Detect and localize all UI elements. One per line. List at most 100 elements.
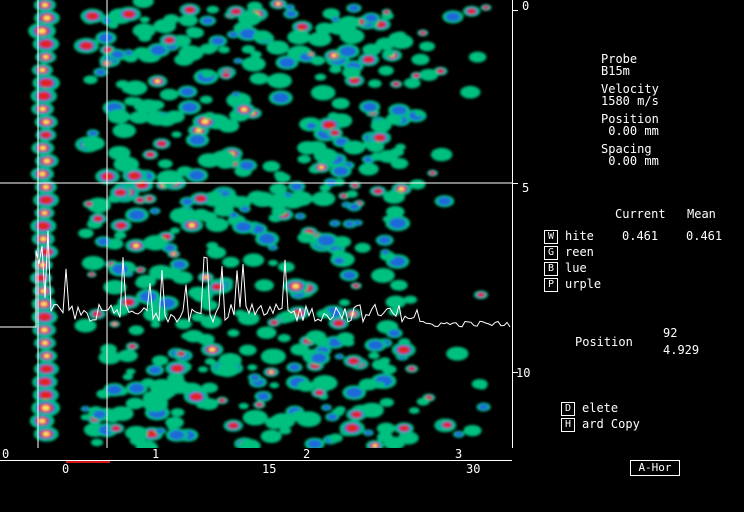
speckle: [156, 113, 177, 127]
current-column-header: Current: [615, 207, 666, 221]
hard-copy-key[interactable]: H: [561, 418, 575, 432]
speckle: [297, 380, 315, 392]
blue-channel-key[interactable]: B: [544, 262, 558, 276]
speckle: [191, 31, 201, 38]
speckle: [240, 206, 249, 212]
speckle: [388, 32, 408, 45]
speckle: [328, 21, 350, 36]
speckle: [201, 17, 214, 25]
speckle: [348, 4, 360, 12]
speckle: [157, 159, 173, 169]
speckle: [411, 53, 430, 66]
lateral-label-top-1: 1: [152, 447, 160, 461]
purple-channel-label[interactable]: urple: [565, 278, 601, 291]
speckle: [342, 66, 361, 79]
speckle: [157, 140, 167, 147]
speckle: [381, 249, 389, 255]
speckle: [38, 418, 46, 424]
speckle: [222, 72, 230, 78]
speckle: [374, 134, 386, 142]
speckle: [454, 431, 463, 437]
speckle: [333, 166, 349, 176]
speckle: [125, 397, 145, 410]
speckle: [242, 409, 268, 426]
a-hor-mode-button[interactable]: A-Hor: [630, 460, 680, 476]
speckle: [240, 161, 255, 170]
hard-copy-button[interactable]: ard Copy: [582, 418, 640, 431]
speckle: [41, 405, 50, 411]
white-channel-label[interactable]: hite: [565, 230, 594, 243]
speckle: [35, 274, 47, 282]
speckle: [111, 50, 124, 59]
lateral-scale: 0 1 2 3 0 15 30: [0, 448, 512, 512]
speckle: [354, 242, 371, 253]
speckle: [296, 213, 305, 219]
delete-button[interactable]: elete: [582, 402, 618, 415]
speckle: [331, 97, 350, 110]
speckle: [36, 221, 50, 231]
white-current-value: 0.461: [622, 229, 659, 243]
speckle: [42, 184, 50, 190]
speckle: [297, 23, 308, 31]
speckle: [82, 406, 89, 411]
speckle: [169, 430, 185, 440]
speckle: [232, 92, 240, 97]
green-channel-label[interactable]: reen: [565, 246, 594, 259]
speckle: [292, 283, 300, 289]
speckle: [238, 402, 249, 410]
speckle: [388, 329, 401, 337]
speckle: [39, 195, 53, 205]
white-channel-key[interactable]: W: [544, 230, 558, 244]
speckle: [201, 70, 214, 78]
ultrasound-scan-image[interactable]: [0, 0, 512, 448]
speckle: [41, 2, 49, 8]
speckle: [383, 190, 405, 204]
speckle: [446, 346, 469, 361]
lateral-label-bottom-0: 0: [62, 462, 70, 476]
speckle: [331, 220, 339, 226]
speckle: [364, 430, 373, 436]
speckle: [277, 334, 291, 343]
speckle: [367, 340, 384, 350]
speckle: [125, 368, 136, 375]
speckle: [310, 85, 336, 101]
speckle: [132, 243, 140, 248]
speckle: [253, 30, 272, 42]
depth-label-5: 5: [522, 181, 530, 195]
speckle: [348, 357, 359, 365]
speckle: [189, 170, 205, 181]
speckle: [290, 343, 310, 356]
speckle: [366, 141, 385, 153]
speckle: [393, 82, 400, 87]
blue-channel-label[interactable]: lue: [565, 262, 587, 275]
speckle: [177, 351, 185, 356]
speckle: [235, 221, 252, 232]
speckle: [174, 53, 195, 66]
speckle: [228, 31, 238, 38]
speckle: [390, 157, 409, 170]
speckle: [408, 407, 420, 414]
speckle: [413, 73, 420, 78]
speckle: [95, 69, 106, 76]
mean-column-header: Mean: [687, 207, 716, 221]
speckle: [378, 65, 394, 76]
speckle: [322, 121, 336, 129]
speckle: [483, 5, 489, 10]
speckle: [362, 102, 377, 112]
speckle: [150, 321, 161, 328]
speckle: [209, 347, 216, 352]
delete-key[interactable]: D: [561, 402, 575, 416]
green-channel-key[interactable]: G: [544, 246, 558, 260]
speckle: [370, 152, 384, 161]
speckle: [164, 37, 175, 44]
speckle: [241, 56, 266, 72]
speckle: [37, 91, 51, 101]
speckle: [275, 2, 281, 6]
speckle: [221, 194, 243, 208]
speckle: [90, 438, 104, 447]
purple-channel-key[interactable]: P: [544, 278, 558, 292]
speckle: [151, 355, 169, 366]
depth-tick: [512, 10, 518, 11]
speckle: [314, 73, 327, 81]
speckle: [107, 21, 119, 29]
